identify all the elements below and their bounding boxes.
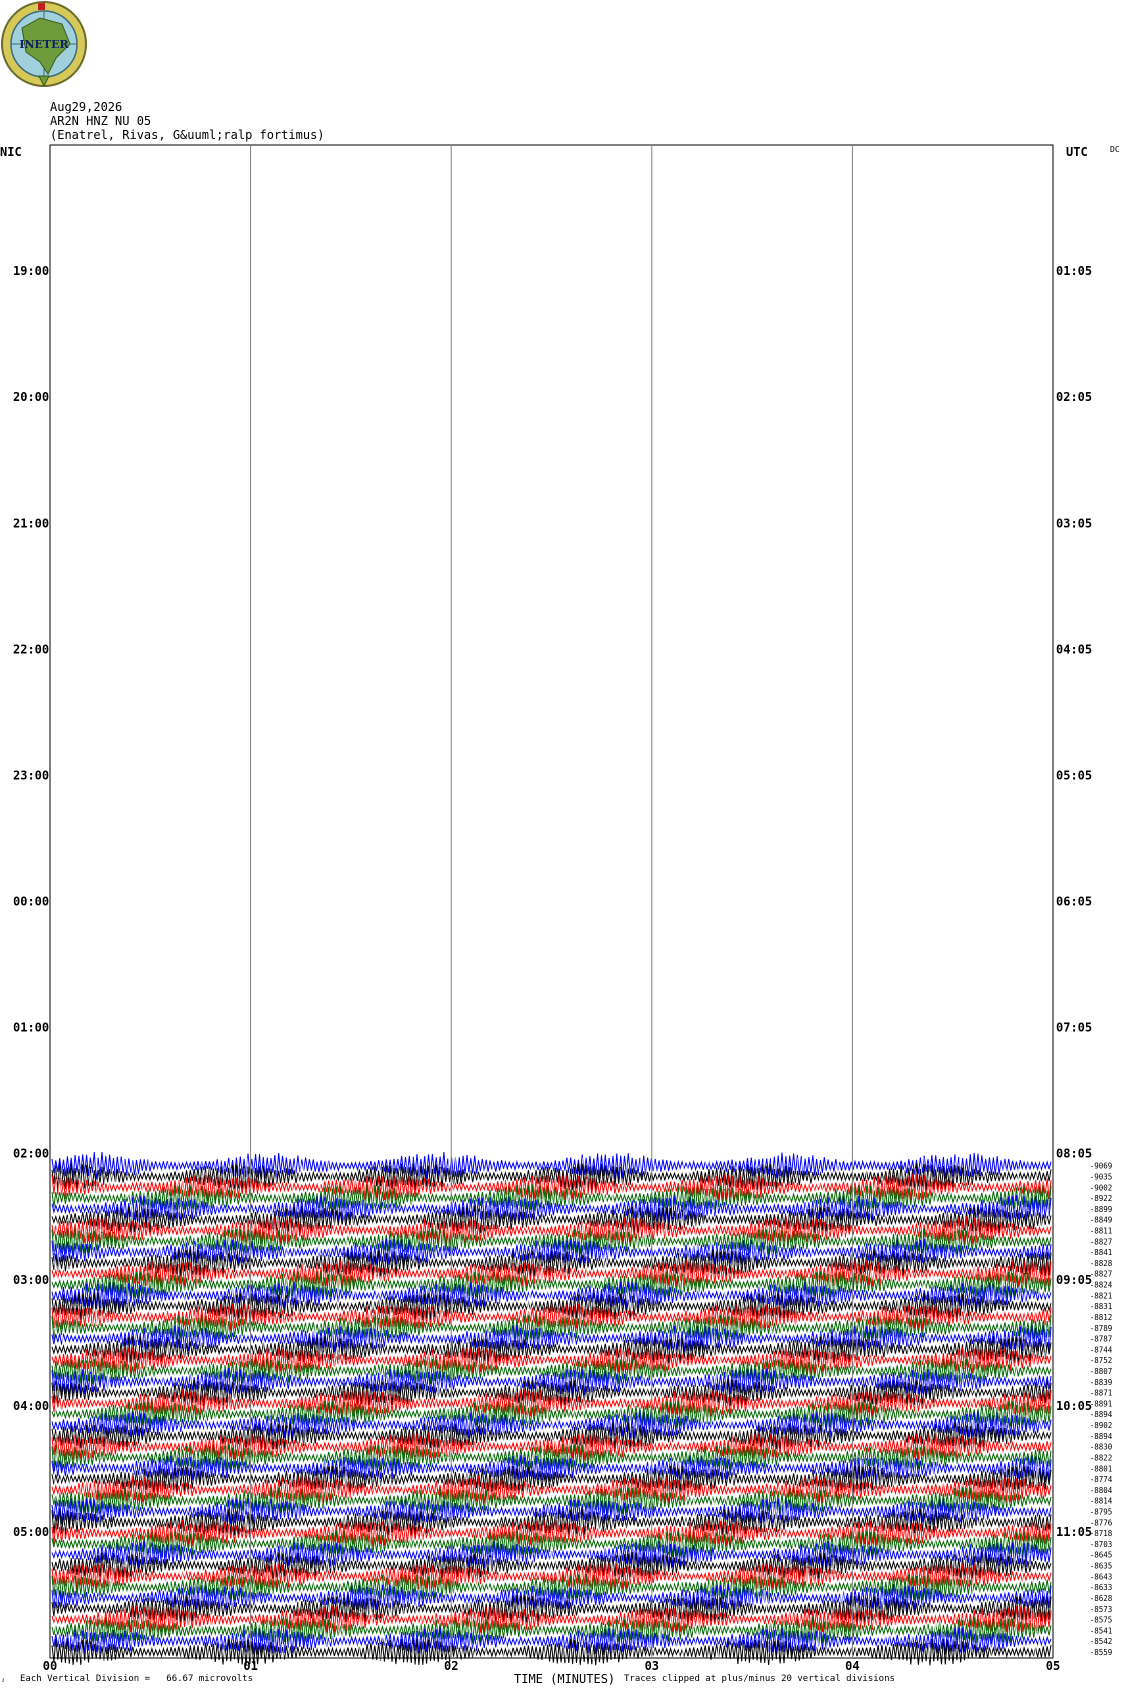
trace-offset-label: -8633 [1090,1583,1113,1592]
trace-offset-label: -8894 [1090,1432,1113,1441]
trace-offset-label: -8542 [1090,1637,1113,1646]
seismic-trace [51,1184,1052,1212]
footer-clip: Traces clipped at plus/minus 20 vertical… [624,1674,895,1684]
nic-hour-label: 03:00 [13,1273,49,1287]
trace-offset-label: -8822 [1090,1453,1113,1462]
utc-hour-label: 03:05 [1056,516,1092,530]
helicorder-plot: 00 01 02 03 04 05 19:00 01:05 20:00 02:05 21:00 03:… [13,144,1113,1673]
trace-offset-label: -8573 [1090,1605,1113,1614]
x-tick-label: 02 [444,1659,458,1673]
trace-offset-label: -8828 [1090,1259,1113,1268]
trace-offset-label: -8643 [1090,1572,1113,1581]
trace-offset-label: -8841 [1090,1248,1113,1257]
trace-offset-label: -8804 [1090,1486,1113,1495]
seismic-trace [51,1379,1052,1406]
seismic-trace [51,1368,1052,1396]
nic-hour-label: 20:00 [13,390,49,404]
seismic-trace [51,1455,1052,1483]
x-tick-label: 00 [43,1659,57,1673]
utc-hour-label: 02:05 [1056,390,1092,404]
nic-hour-label: 05:00 [13,1525,49,1539]
nic-hour-label: 00:00 [13,895,49,909]
seismic-trace [51,1637,1052,1666]
utc-hour-label: 08:05 [1056,1147,1092,1161]
x-tick-label: 05 [1046,1659,1060,1673]
seismic-trace [51,1347,1052,1375]
trace-offset-label: -8811 [1090,1227,1113,1236]
trace-offset-label: -9002 [1090,1183,1113,1192]
trace-offset-label: -8902 [1090,1421,1113,1430]
utc-hour-label: 07:05 [1056,1021,1092,1035]
trace-offset-label: -9069 [1090,1162,1113,1171]
utc-hour-label: 11:05 [1056,1525,1092,1539]
trace-offset-label: -8830 [1090,1443,1113,1452]
corner-mark: ᴊ [2,1676,5,1684]
utc-hour-label: 09:05 [1056,1273,1092,1287]
trace-offset-label: -8787 [1090,1335,1113,1344]
trace-offset-label: -8827 [1090,1270,1113,1279]
seismic-trace [51,1583,1052,1612]
seismic-trace [51,1400,1052,1428]
trace-offset-label: -8894 [1090,1410,1113,1419]
trace-offset-label: -8628 [1090,1594,1113,1603]
trace-offset-label: -8821 [1090,1291,1113,1300]
trace-offset-label: -8812 [1090,1313,1113,1322]
trace-offset-label: -8807 [1090,1367,1113,1376]
trace-offset-label: -8718 [1090,1529,1113,1538]
trace-offset-label: -8827 [1090,1237,1113,1246]
trace-offset-label: -8824 [1090,1281,1113,1290]
nic-hour-label: 02:00 [13,1147,49,1161]
nic-hour-label: 23:00 [13,768,49,782]
seismic-trace [51,1249,1052,1277]
trace-offset-label: -8752 [1090,1356,1113,1365]
utc-hour-label: 05:05 [1056,768,1092,782]
trace-offset-label: -8645 [1090,1551,1113,1560]
x-tick-label: 01 [243,1659,257,1673]
trace-offset-label: -8899 [1090,1205,1113,1214]
utc-hour-label: 10:05 [1056,1399,1092,1413]
trace-offset-label: -8776 [1090,1518,1113,1527]
trace-offset-label: -8575 [1090,1616,1113,1625]
trace-offset-label: -8849 [1090,1216,1113,1225]
footer-scale: Each Vertical Division = 66.67 microvolt… [20,1674,253,1684]
trace-offset-label: -8789 [1090,1324,1113,1333]
seismic-trace [51,1595,1052,1623]
trace-offset-label: -8744 [1090,1345,1113,1354]
seismic-trace [51,1324,1052,1353]
trace-offset-label: -8839 [1090,1378,1113,1387]
seismic-trace [51,1422,1052,1450]
grid-group [49,144,1054,1659]
trace-offset-label: -8831 [1090,1302,1113,1311]
seismic-trace [51,1357,1052,1385]
trace-offset-label: -8541 [1090,1626,1113,1635]
utc-hour-label: 04:05 [1056,642,1092,656]
nic-hour-label: 04:00 [13,1399,49,1413]
trace-offset-label: -8774 [1090,1475,1113,1484]
trace-offset-label: -8795 [1090,1508,1113,1517]
x-tick-label: 04 [845,1659,859,1673]
seismic-trace [51,1314,1052,1341]
trace-offset-label: -8559 [1090,1648,1113,1657]
seismic-trace [51,1443,1052,1472]
nic-hour-label: 21:00 [13,516,49,530]
trace-offset-label: -8801 [1090,1464,1113,1473]
trace-offset-label: -9035 [1090,1172,1113,1181]
seismic-trace [51,1271,1052,1299]
plot-frame [49,144,1054,1659]
trace-offset-label: -8703 [1090,1540,1113,1549]
trace-offset-label: -8871 [1090,1389,1113,1398]
utc-hour-label: 01:05 [1056,264,1092,278]
trace-offset-label: -8814 [1090,1497,1113,1506]
seismic-trace [51,1519,1052,1547]
trace-offset-label: -8922 [1090,1194,1113,1203]
trace-group [51,1151,1052,1666]
utc-hour-label: 06:05 [1056,895,1092,909]
x-axis-title: TIME (MINUTES) [514,1672,616,1686]
x-tick-label: 03 [645,1659,659,1673]
trace-offset-label: -8635 [1090,1562,1113,1571]
trace-offset-label: -8891 [1090,1399,1113,1408]
nic-hour-label: 01:00 [13,1021,49,1035]
nic-hour-label: 22:00 [13,642,49,656]
nic-hour-label: 19:00 [13,264,49,278]
